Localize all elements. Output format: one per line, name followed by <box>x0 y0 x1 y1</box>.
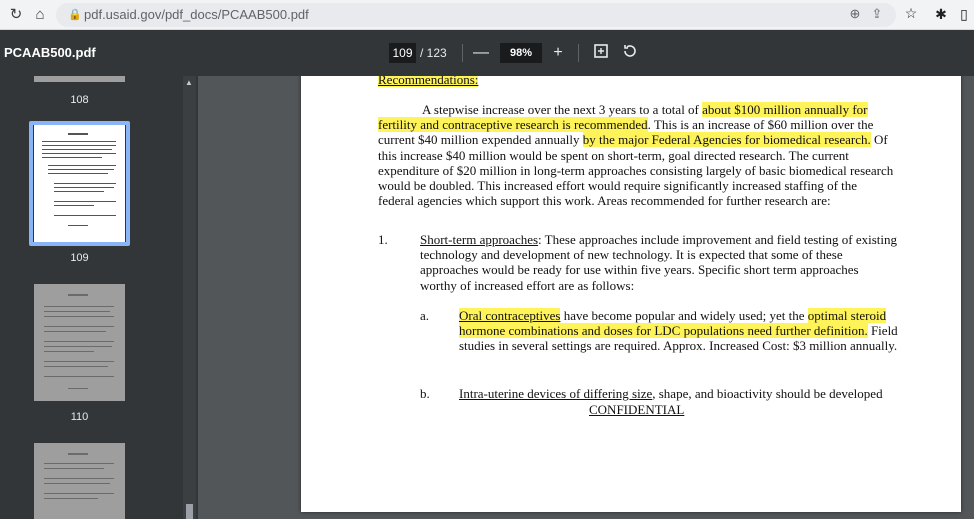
thumbnail-text-line <box>54 201 116 202</box>
thumbnail-text-line <box>44 376 114 377</box>
document-viewer[interactable]: Recommendations: A stepwise increase ove… <box>198 76 974 519</box>
thumbnail-text-line <box>54 191 104 192</box>
browser-toolbar: ↻ ⌂ 🔒 pdf.usaid.gov/pdf_docs/PCAAB500.pd… <box>0 0 974 30</box>
thumbnail-text-line <box>44 326 114 327</box>
zoom-input[interactable]: 98% <box>500 43 542 63</box>
sidepanel-icon[interactable]: ▯ <box>955 6 973 23</box>
confidential-footer: CONFIDENTIAL <box>589 402 685 417</box>
address-bar[interactable]: 🔒 pdf.usaid.gov/pdf_docs/PCAAB500.pdf ⊕ … <box>56 3 896 27</box>
item-letter: a. <box>420 308 430 323</box>
file-title: PCAAB500.pdf <box>4 45 96 60</box>
toolbar-divider <box>462 44 463 62</box>
paragraph-recommendation: A stepwise increase over the next 3 year… <box>378 102 896 208</box>
thumbnail-page-111[interactable] <box>34 443 125 519</box>
item-letter: b. <box>420 386 430 401</box>
thumbnail-text-line <box>48 173 108 174</box>
thumbnail-text-line <box>48 165 116 166</box>
thumbnail-text-line <box>68 388 88 389</box>
thumbnail-label-108: 108 <box>70 94 89 106</box>
list-item-iud: Intra-uterine devices of differing size,… <box>459 386 904 401</box>
thumbnail-text-line <box>68 225 88 226</box>
zoom-out-button[interactable]: — <box>471 43 491 63</box>
thumbnail-text-line <box>44 493 114 494</box>
thumbnail-text-line <box>44 311 110 312</box>
thumbnail-text-line <box>42 141 116 142</box>
pdf-toolbar: PCAAB500.pdf 109 / 123 — 98% + <box>0 30 974 76</box>
thumbnail-text-line <box>44 341 114 342</box>
sidebar-scrollbar[interactable]: ▲ <box>183 76 196 519</box>
thumbnail-text-line <box>42 145 116 146</box>
item-title: Intra-uterine devices of differing size <box>459 386 653 401</box>
zoom-in-button[interactable]: + <box>548 43 568 63</box>
page-count: / 123 <box>420 46 447 60</box>
thumbnail-text-line <box>44 346 112 347</box>
thumbnail-text-line <box>42 149 112 150</box>
thumbnail-label-110: 110 <box>70 411 89 423</box>
thumbnail-text-line <box>44 483 110 484</box>
url-text[interactable]: pdf.usaid.gov/pdf_docs/PCAAB500.pdf <box>84 7 309 22</box>
page-number-input[interactable]: 109 <box>389 43 416 63</box>
thumbnail-text-line <box>54 205 94 206</box>
thumbnail-page-109[interactable] <box>34 125 125 242</box>
pdf-page: Recommendations: A stepwise increase ove… <box>301 76 961 512</box>
thumbnail-page-110[interactable] <box>34 284 125 401</box>
thumbnail-text-line <box>54 215 116 216</box>
thumbnail-text-line <box>44 498 98 499</box>
zoom-icon[interactable]: ⊕ <box>846 6 864 22</box>
thumbnail-text-line <box>42 157 102 158</box>
reload-icon[interactable]: ↻ <box>6 5 26 25</box>
thumbnail-page-108[interactable] <box>34 76 125 82</box>
lock-icon[interactable]: 🔒 <box>68 8 82 21</box>
heading-text: Recommendations: <box>378 76 479 87</box>
item-text: have become popular and widely used; yet… <box>560 308 808 323</box>
thumbnail-text-line <box>44 306 114 307</box>
star-icon[interactable]: ☆ <box>902 5 920 22</box>
item-number: 1. <box>378 232 388 247</box>
thumbnail-text-line <box>44 351 94 352</box>
home-icon[interactable]: ⌂ <box>30 5 50 25</box>
thumbnail-text-line <box>48 169 114 170</box>
thumbnail-text-line <box>44 361 114 362</box>
thumbnail-text-line <box>44 331 106 332</box>
list-item-oral-contraceptives: Oral contraceptives have become popular … <box>459 308 899 354</box>
thumbnail-text-line <box>68 294 88 296</box>
fit-page-icon[interactable] <box>591 43 611 63</box>
thumbnail-text-line <box>68 133 88 135</box>
thumbnail-text-line <box>68 453 88 455</box>
extensions-icon[interactable]: ✱ <box>932 6 950 23</box>
list-item-short-term: Short-term approaches: These approaches … <box>420 232 898 293</box>
thumbnail-text-line <box>44 366 108 367</box>
thumbnail-text-line <box>44 316 114 317</box>
thumbnail-text-line <box>54 187 114 188</box>
thumbnail-text-line <box>42 153 116 154</box>
highlighted-text: by the major Federal Agencies for biomed… <box>582 132 871 148</box>
scrollbar-thumb[interactable] <box>186 504 193 519</box>
paragraph-text: A stepwise increase over the next 3 year… <box>422 102 703 117</box>
highlighted-text: Oral contraceptives <box>459 308 561 323</box>
thumbnail-text-line <box>44 463 114 464</box>
item-title: Short-term approaches <box>420 232 539 247</box>
toolbar-divider <box>578 44 579 62</box>
section-heading: Recommendations: <box>378 76 479 87</box>
thumbnail-label-109: 109 <box>70 252 89 264</box>
thumbnail-text-line <box>54 183 116 184</box>
item-text: , shape, and bioactivity should be devel… <box>652 386 883 401</box>
thumbnail-sidebar[interactable]: 108 109 110 ▲ <box>0 76 198 519</box>
scroll-up-icon[interactable]: ▲ <box>185 78 193 87</box>
thumbnail-text-line <box>44 468 104 469</box>
rotate-icon[interactable] <box>620 43 640 63</box>
share-icon[interactable]: ⇪ <box>868 6 886 22</box>
thumbnail-text-line <box>44 478 114 479</box>
